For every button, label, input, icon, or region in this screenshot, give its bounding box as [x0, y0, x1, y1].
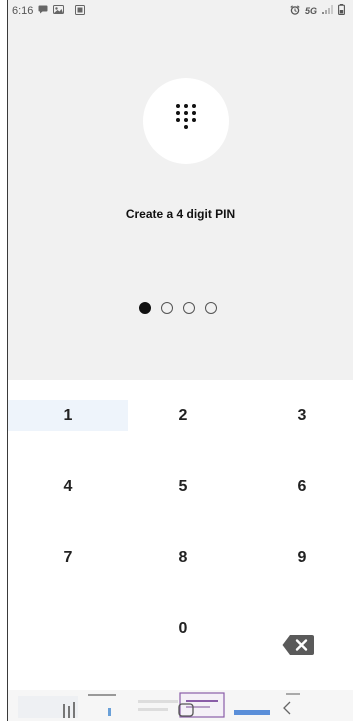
signal-icon — [322, 5, 333, 17]
key-5[interactable]: 5 — [143, 467, 223, 507]
chat-notification-icon — [38, 5, 48, 17]
bottom-navigation-strip — [8, 690, 353, 721]
key-0[interactable]: 0 — [143, 609, 223, 649]
backspace-icon — [282, 634, 315, 661]
gallery-notification-icon — [75, 4, 86, 18]
battery-icon — [338, 4, 345, 18]
pin-icon-circle — [143, 78, 229, 164]
pin-dot-empty — [161, 302, 173, 314]
pin-dot-empty — [205, 302, 217, 314]
key-7[interactable]: 7 — [28, 538, 108, 578]
pin-dot-empty — [183, 302, 195, 314]
photo-notification-icon — [53, 5, 65, 17]
key-9[interactable]: 9 — [262, 538, 342, 578]
pin-setup-screen: 6:16 5G Create a 4 digit PIN 1 2 3 4 5 6… — [0, 0, 353, 721]
key-8[interactable]: 8 — [143, 538, 223, 578]
dialpad-icon — [174, 103, 198, 140]
pin-entry-panel — [8, 0, 353, 380]
navigation-bar-icons — [18, 692, 300, 718]
alarm-icon — [290, 4, 300, 18]
screen-left-edge — [0, 0, 8, 721]
status-left-group: 6:16 — [12, 4, 86, 18]
pin-progress-indicator — [139, 302, 217, 314]
status-right-group: 5G — [290, 4, 345, 18]
pin-prompt-title: Create a 4 digit PIN — [125, 207, 236, 221]
key-3[interactable]: 3 — [262, 396, 342, 436]
status-time: 6:16 — [12, 5, 34, 17]
network-type-label: 5G — [304, 6, 317, 16]
key-1[interactable]: 1 — [28, 396, 108, 436]
status-bar: 6:16 5G — [8, 0, 353, 22]
backspace-button[interactable] — [282, 634, 315, 661]
key-4[interactable]: 4 — [28, 467, 108, 507]
key-2[interactable]: 2 — [143, 396, 223, 436]
key-6[interactable]: 6 — [262, 467, 342, 507]
pin-dot-filled — [139, 302, 151, 314]
